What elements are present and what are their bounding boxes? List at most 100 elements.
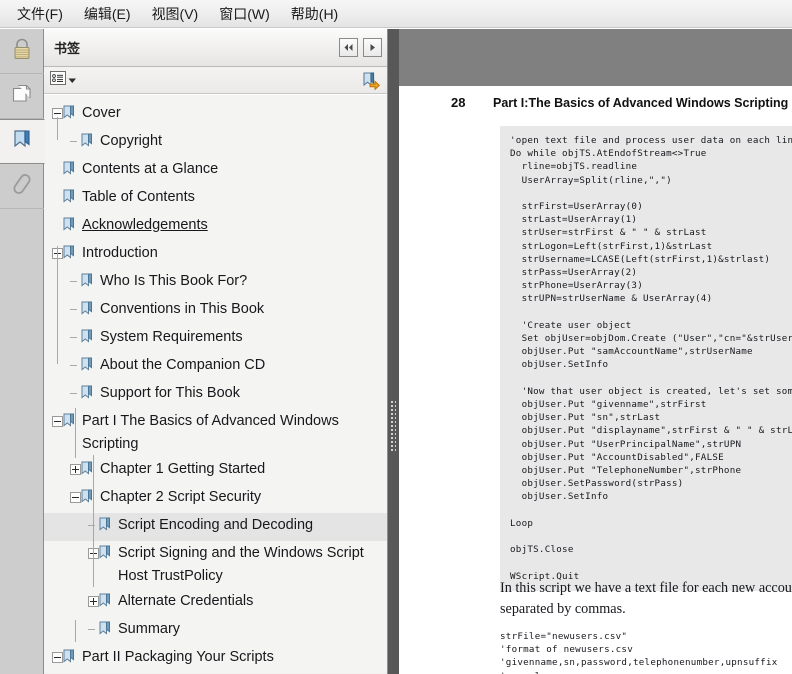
bookmark-label[interactable]: Script Encoding and Decoding — [112, 514, 388, 537]
bookmark-page-icon — [81, 273, 94, 296]
bookmark-item[interactable]: Script Signing and the Windows Script Ho… — [44, 541, 388, 589]
expand-toggle-icon[interactable] — [70, 464, 81, 475]
paperclip-icon — [10, 171, 34, 202]
bookmark-label[interactable]: About the Companion CD — [94, 354, 388, 377]
grip-dot — [394, 445, 396, 447]
lock-icon — [11, 37, 33, 66]
bookmark-label[interactable]: Contents at a Glance — [76, 158, 388, 181]
tree-guide-line — [57, 117, 58, 140]
bookmark-label[interactable]: Conventions in This Book — [94, 298, 388, 321]
bookmark-page-icon — [99, 545, 112, 568]
grip-dot — [394, 417, 396, 419]
tab-bookmarks[interactable] — [0, 119, 45, 164]
bookmark-item[interactable]: Contents at a Glance — [44, 157, 388, 185]
grip-dot — [394, 401, 396, 403]
grip-dot — [391, 405, 393, 407]
bookmarks-toolbar — [44, 67, 388, 94]
bookmark-item[interactable]: Table of Contents — [44, 185, 388, 213]
bookmark-page-icon — [63, 217, 76, 240]
grip-dot — [391, 421, 393, 423]
bookmark-label[interactable]: Part II Packaging Your Scripts — [76, 646, 388, 669]
tree-connector — [88, 618, 95, 641]
bookmark-options-button[interactable] — [50, 70, 77, 90]
bookmark-label[interactable]: Summary — [112, 618, 388, 641]
tree-connector — [70, 130, 77, 153]
bookmark-label[interactable]: System Requirements — [94, 326, 388, 349]
bookmarks-panel-header: 书签 — [44, 29, 388, 67]
bookmark-item[interactable]: Script Encoding and Decoding — [44, 513, 388, 541]
bookmark-label[interactable]: Introduction — [76, 242, 388, 265]
panel-title: 书签 — [54, 41, 81, 56]
document-view[interactable]: 28 Part I: The Basics of Advanced Window… — [399, 29, 792, 674]
tab-signatures[interactable] — [0, 29, 44, 74]
bookmark-item[interactable]: System Requirements — [44, 325, 388, 353]
pages-icon — [10, 82, 34, 111]
bookmark-page-icon — [81, 329, 94, 352]
grip-dot — [394, 421, 396, 423]
bookmark-item[interactable]: Support for This Book — [44, 381, 388, 409]
bookmark-item[interactable]: Chapter 2 Script Security — [44, 485, 388, 513]
bookmark-item[interactable]: Acknowledgements — [44, 213, 388, 241]
running-head-title: The Basics of Advanced Windows Scripting — [528, 96, 789, 110]
grip-dot — [394, 405, 396, 407]
bookmark-item[interactable]: Copyright — [44, 129, 388, 157]
bookmark-item[interactable]: Conventions in This Book — [44, 297, 388, 325]
bookmark-label[interactable]: Script Signing and the Windows Script Ho… — [112, 542, 388, 588]
tree-connector — [70, 354, 77, 377]
bookmark-label[interactable]: Acknowledgements — [76, 214, 388, 237]
tab-page-thumbnails[interactable] — [0, 74, 44, 119]
grip-dot — [391, 445, 393, 447]
collapse-toggle-icon[interactable] — [52, 416, 63, 427]
tree-connector — [70, 270, 77, 293]
menu-view[interactable]: 视图(V) — [143, 4, 208, 24]
grip-dot — [391, 449, 393, 451]
bookmark-label[interactable]: Support for This Book — [94, 382, 388, 405]
collapse-toggle-icon[interactable] — [52, 652, 63, 663]
bookmark-page-icon — [63, 649, 76, 672]
grip-dot — [391, 441, 393, 443]
bookmark-label[interactable]: Cover — [76, 102, 388, 125]
double-left-arrow-icon — [343, 43, 354, 52]
bookmark-label[interactable]: Chapter 1 Getting Started — [94, 458, 388, 481]
bookmark-label[interactable]: Who Is This Book For? — [94, 270, 388, 293]
tree-connector — [70, 326, 77, 349]
tree-guide-line — [93, 455, 94, 587]
bookmark-item[interactable]: Introduction — [44, 241, 388, 269]
menu-window[interactable]: 窗口(W) — [210, 4, 279, 24]
grip-dot — [394, 449, 396, 451]
bookmark-item[interactable]: Alternate Credentials — [44, 589, 388, 617]
code-block-primary-text: 'open text file and process user data on… — [510, 135, 792, 582]
bookmark-label[interactable]: Copyright — [94, 130, 388, 153]
collapse-panel-button[interactable] — [339, 38, 358, 57]
code-block-primary: 'open text file and process user data on… — [500, 126, 792, 591]
collapse-toggle-icon[interactable] — [70, 492, 81, 503]
expand-toggle-icon[interactable] — [88, 596, 99, 607]
grip-dot — [394, 413, 396, 415]
bookmark-item[interactable]: Who Is This Book For? — [44, 269, 388, 297]
bookmark-label[interactable]: Chapter 2 Script Security — [94, 486, 388, 509]
body-paragraph: In this script we have a text file for e… — [500, 580, 792, 617]
bookmark-item[interactable]: Part I The Basics of Advanced Windows Sc… — [44, 409, 388, 457]
bookmarks-panel: 书签 Cover Copyright Contents at a Glance … — [44, 29, 388, 674]
bookmark-label[interactable]: Table of Contents — [76, 186, 388, 209]
bookmark-item[interactable]: Part II Packaging Your Scripts — [44, 645, 388, 673]
bookmark-item[interactable]: Chapter 1 Getting Started — [44, 457, 388, 485]
tree-guide-line — [57, 246, 58, 364]
menu-help[interactable]: 帮助(H) — [282, 4, 347, 24]
grip-dot — [391, 409, 393, 411]
new-bookmark-button[interactable] — [361, 71, 381, 91]
new-bookmark-icon — [361, 72, 381, 94]
menu-edit[interactable]: 编辑(E) — [75, 4, 140, 24]
bookmark-label[interactable]: Part I The Basics of Advanced Windows Sc… — [76, 410, 388, 456]
page-number: 28 — [451, 95, 466, 110]
bookmarks-tree-scroll[interactable]: Cover Copyright Contents at a Glance Tab… — [44, 94, 388, 673]
bookmark-label[interactable]: Alternate Credentials — [112, 590, 388, 613]
tab-attachments[interactable] — [0, 164, 44, 209]
menu-file[interactable]: 文件(F) — [8, 4, 72, 24]
expand-panel-button[interactable] — [363, 38, 382, 57]
panel-splitter[interactable] — [388, 29, 399, 674]
page-running-head: 28 Part I: The Basics of Advanced Window… — [451, 95, 788, 110]
bookmark-item[interactable]: Summary — [44, 617, 388, 645]
bookmark-item[interactable]: About the Companion CD — [44, 353, 388, 381]
bookmark-item[interactable]: Cover — [44, 101, 388, 129]
